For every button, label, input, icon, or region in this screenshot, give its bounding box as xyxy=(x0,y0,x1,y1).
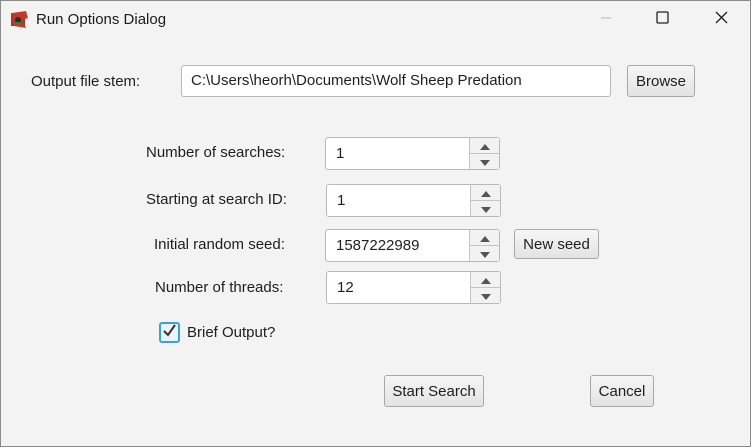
window-title: Run Options Dialog xyxy=(36,11,167,28)
number-of-threads-value: 12 xyxy=(337,279,354,296)
decrement-button[interactable] xyxy=(471,288,500,303)
title-bar[interactable]: Run Options Dialog xyxy=(1,1,750,39)
initial-random-seed-label: Initial random seed: xyxy=(154,236,285,253)
minimize-icon xyxy=(600,11,612,29)
output-file-stem-input[interactable]: C:\Users\heorh\Documents\Wolf Sheep Pred… xyxy=(181,65,611,97)
cancel-button[interactable]: Cancel xyxy=(590,375,654,407)
initial-random-seed-value: 1587222989 xyxy=(336,237,420,254)
chevron-down-icon xyxy=(479,245,490,263)
brief-output-label[interactable]: Brief Output? xyxy=(187,324,275,341)
minimize-button[interactable] xyxy=(583,1,629,39)
brief-output-checkbox[interactable] xyxy=(159,322,180,343)
maximize-button[interactable] xyxy=(639,1,685,39)
spinner-arrows xyxy=(470,272,500,303)
browse-button[interactable]: Browse xyxy=(627,65,695,97)
number-of-searches-spinner[interactable]: 1 xyxy=(325,137,500,170)
maximize-icon xyxy=(655,11,669,29)
decrement-button[interactable] xyxy=(471,201,500,216)
starting-search-id-value: 1 xyxy=(337,192,346,209)
close-button[interactable] xyxy=(698,1,744,39)
decrement-button[interactable] xyxy=(470,246,499,261)
start-search-button[interactable]: Start Search xyxy=(384,375,484,407)
number-of-threads-label: Number of threads: xyxy=(155,279,284,296)
run-options-dialog: Run Options Dialog Output file stem: C:\… xyxy=(0,0,751,447)
chevron-down-icon xyxy=(479,153,490,171)
spinner-arrows xyxy=(469,138,499,169)
output-file-stem-label: Output file stem: xyxy=(31,73,141,90)
chevron-down-icon xyxy=(480,287,491,305)
app-icon xyxy=(10,10,30,30)
decrement-button[interactable] xyxy=(470,154,499,169)
chevron-down-icon xyxy=(480,200,491,218)
spinner-arrows xyxy=(469,230,499,261)
number-of-searches-value: 1 xyxy=(336,145,345,162)
starting-search-id-label: Starting at search ID: xyxy=(146,191,287,208)
initial-random-seed-spinner[interactable]: 1587222989 xyxy=(325,229,500,262)
number-of-searches-label: Number of searches: xyxy=(146,144,286,161)
checkmark-icon xyxy=(162,323,177,343)
close-icon xyxy=(715,11,728,29)
spinner-arrows xyxy=(470,185,500,216)
number-of-threads-spinner[interactable]: 12 xyxy=(326,271,501,304)
new-seed-button[interactable]: New seed xyxy=(514,229,599,259)
starting-search-id-spinner[interactable]: 1 xyxy=(326,184,501,217)
